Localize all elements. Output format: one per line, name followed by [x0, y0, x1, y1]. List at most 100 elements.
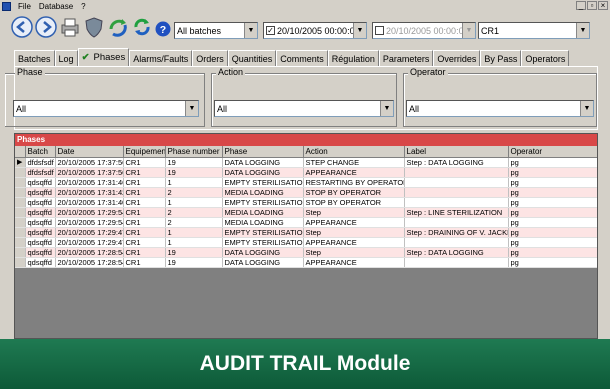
row-selector[interactable] [15, 257, 26, 268]
tab-batches[interactable]: Batches [14, 50, 55, 66]
menu-database[interactable]: Database [35, 2, 77, 11]
row-selector[interactable] [15, 197, 26, 208]
table-row[interactable]: qdsqffd 20/10/2005 17:29:47 CR1 1 EMPTY STER… [15, 227, 597, 238]
table-row[interactable]: qdsqffd 20/10/2005 17:29:54 CR1 2 MEDIA LOAD… [15, 207, 597, 218]
table-row[interactable]: qdsqffd 20/10/2005 17:31:46 CR1 1 EMPTY STER… [15, 177, 597, 188]
tab-comments[interactable]: Comments [276, 50, 328, 66]
table-cell: 2 [165, 187, 223, 198]
date-to-picker[interactable]: 20/10/2005 00:00:00 ▼ [372, 22, 476, 39]
table-cell: DATA LOGGING [222, 257, 304, 268]
tab-operators[interactable]: Operators [521, 50, 570, 66]
row-selector[interactable] [15, 217, 26, 228]
table-cell: Step [303, 247, 405, 258]
table-row[interactable]: qdsqffd 20/10/2005 17:31:42 CR1 2 MEDIA LOAD… [15, 187, 597, 198]
table-cell: pg [508, 157, 597, 168]
tab-log[interactable]: Log [54, 50, 78, 66]
table-cell: 20/10/2005 17:28:54 [55, 247, 124, 258]
table-row[interactable]: qdsqffd 20/10/2005 17:29:54 CR1 2 MEDIA LOAD… [15, 217, 597, 228]
table-cell: CR1 [123, 187, 166, 198]
table-cell [404, 197, 509, 208]
table-cell: CR1 [123, 197, 166, 208]
recycle-icon[interactable] [106, 15, 130, 39]
action-filter-select[interactable]: All ▼ [214, 100, 394, 117]
tab-overrides[interactable]: Overrides [433, 50, 481, 66]
chevron-down-icon: ▼ [380, 101, 393, 116]
tab-bar: Batches Log ✔ Phases Alarms/Faults Orders… [14, 48, 570, 66]
tab-quantities[interactable]: Quantities [227, 50, 277, 66]
restore-button[interactable]: ▫ [587, 1, 597, 10]
operator-filter-value: All [409, 103, 420, 114]
help-icon[interactable]: ? [154, 20, 172, 38]
column-header[interactable]: Phase [222, 146, 304, 158]
batch-select[interactable]: All batches ▼ [174, 22, 258, 39]
table-cell: CR1 [123, 157, 166, 168]
operator-filter-select[interactable]: All ▼ [406, 100, 594, 117]
phase-filter-select[interactable]: All ▼ [13, 100, 199, 117]
column-header[interactable]: Phase number [165, 146, 223, 158]
operator-filter-group: Operator All ▼ [403, 67, 597, 127]
row-selector[interactable] [15, 247, 26, 258]
table-cell: 19 [165, 157, 223, 168]
table-cell: 20/10/2005 17:29:54 [55, 207, 124, 218]
shield-icon[interactable] [82, 15, 106, 39]
action-filter-group: Action All ▼ [211, 67, 397, 127]
tab-alarms-faults[interactable]: Alarms/Faults [129, 50, 193, 66]
tab-phases[interactable]: ✔ Phases [77, 48, 130, 66]
table-row[interactable]: qdsqffd 20/10/2005 17:31:40 CR1 1 EMPTY STER… [15, 197, 597, 208]
chevron-down-icon: ▼ [580, 101, 593, 116]
row-selector[interactable] [15, 177, 26, 188]
forward-icon[interactable] [34, 15, 58, 39]
chevron-down-icon: ▼ [244, 23, 257, 38]
menu-help[interactable]: ? [77, 2, 89, 11]
minimize-button[interactable]: _ [576, 1, 586, 10]
column-header[interactable]: Equipement [123, 146, 166, 158]
table-row[interactable]: qdsqffd 20/10/2005 17:28:54 CR1 19 DATA LOGG… [15, 257, 597, 268]
table-cell [404, 187, 509, 198]
row-selector[interactable] [15, 207, 26, 218]
print-icon[interactable] [58, 15, 82, 39]
table-cell: qdsqffd [25, 237, 56, 248]
current-row-indicator[interactable]: ▶ [15, 157, 26, 168]
column-header[interactable]: Operator [508, 146, 597, 158]
table-cell: APPEARANCE [303, 237, 405, 248]
row-selector[interactable] [15, 237, 26, 248]
tab-orders[interactable]: Orders [192, 50, 228, 66]
column-header[interactable]: Date [55, 146, 124, 158]
menu-file[interactable]: File [14, 2, 35, 11]
table-row[interactable]: ▶ dfdsfsdf 20/10/2005 17:37:56 CR1 19 DATA LO… [15, 157, 597, 168]
row-selector[interactable] [15, 167, 26, 178]
table-row[interactable]: qdsqffd 20/10/2005 17:29:47 CR1 1 EMPTY STER… [15, 237, 597, 248]
app-icon [2, 1, 11, 11]
column-header[interactable]: Batch [25, 146, 56, 158]
date-from-checkbox[interactable]: ✓ [266, 26, 275, 35]
table-cell: pg [508, 167, 597, 178]
row-selector[interactable] [15, 227, 26, 238]
table-cell: 19 [165, 247, 223, 258]
table-cell: Step : LINE STERILIZATION [404, 207, 509, 218]
table-cell: CR1 [123, 247, 166, 258]
date-from-picker[interactable]: ✓ 20/10/2005 00:00:00 ▼ [263, 22, 367, 39]
table-cell: qdsqffd [25, 247, 56, 258]
table-row[interactable]: dfdsfsdf 20/10/2005 17:37:56 CR1 19 DATA LOG… [15, 167, 597, 178]
table-cell: 19 [165, 167, 223, 178]
table-cell: pg [508, 187, 597, 198]
phases-table: Batch Date Equipement Phase number Phase… [15, 146, 597, 268]
tab-regulation[interactable]: Régulation [327, 50, 379, 66]
row-selector[interactable] [15, 187, 26, 198]
table-header-row: Batch Date Equipement Phase number Phase… [15, 146, 597, 158]
date-to-checkbox[interactable] [375, 26, 384, 35]
table-cell: 2 [165, 217, 223, 228]
table-cell: dfdsfsdf [25, 167, 56, 178]
column-header[interactable]: Action [303, 146, 405, 158]
tab-by-pass[interactable]: By Pass [480, 50, 522, 66]
column-header[interactable]: Label [404, 146, 509, 158]
refresh-icon[interactable] [130, 15, 154, 39]
table-cell: EMPTY STERILISATION [222, 237, 304, 248]
table-row[interactable]: qdsqffd 20/10/2005 17:28:54 CR1 19 DATA LOGG… [15, 247, 597, 258]
table-cell: CR1 [123, 177, 166, 188]
chevron-down-icon: ▼ [185, 101, 198, 116]
equipment-select[interactable]: CR1 ▼ [478, 22, 590, 39]
close-button[interactable]: × [598, 1, 608, 10]
back-icon[interactable] [10, 15, 34, 39]
tab-parameters[interactable]: Parameters [378, 50, 434, 66]
